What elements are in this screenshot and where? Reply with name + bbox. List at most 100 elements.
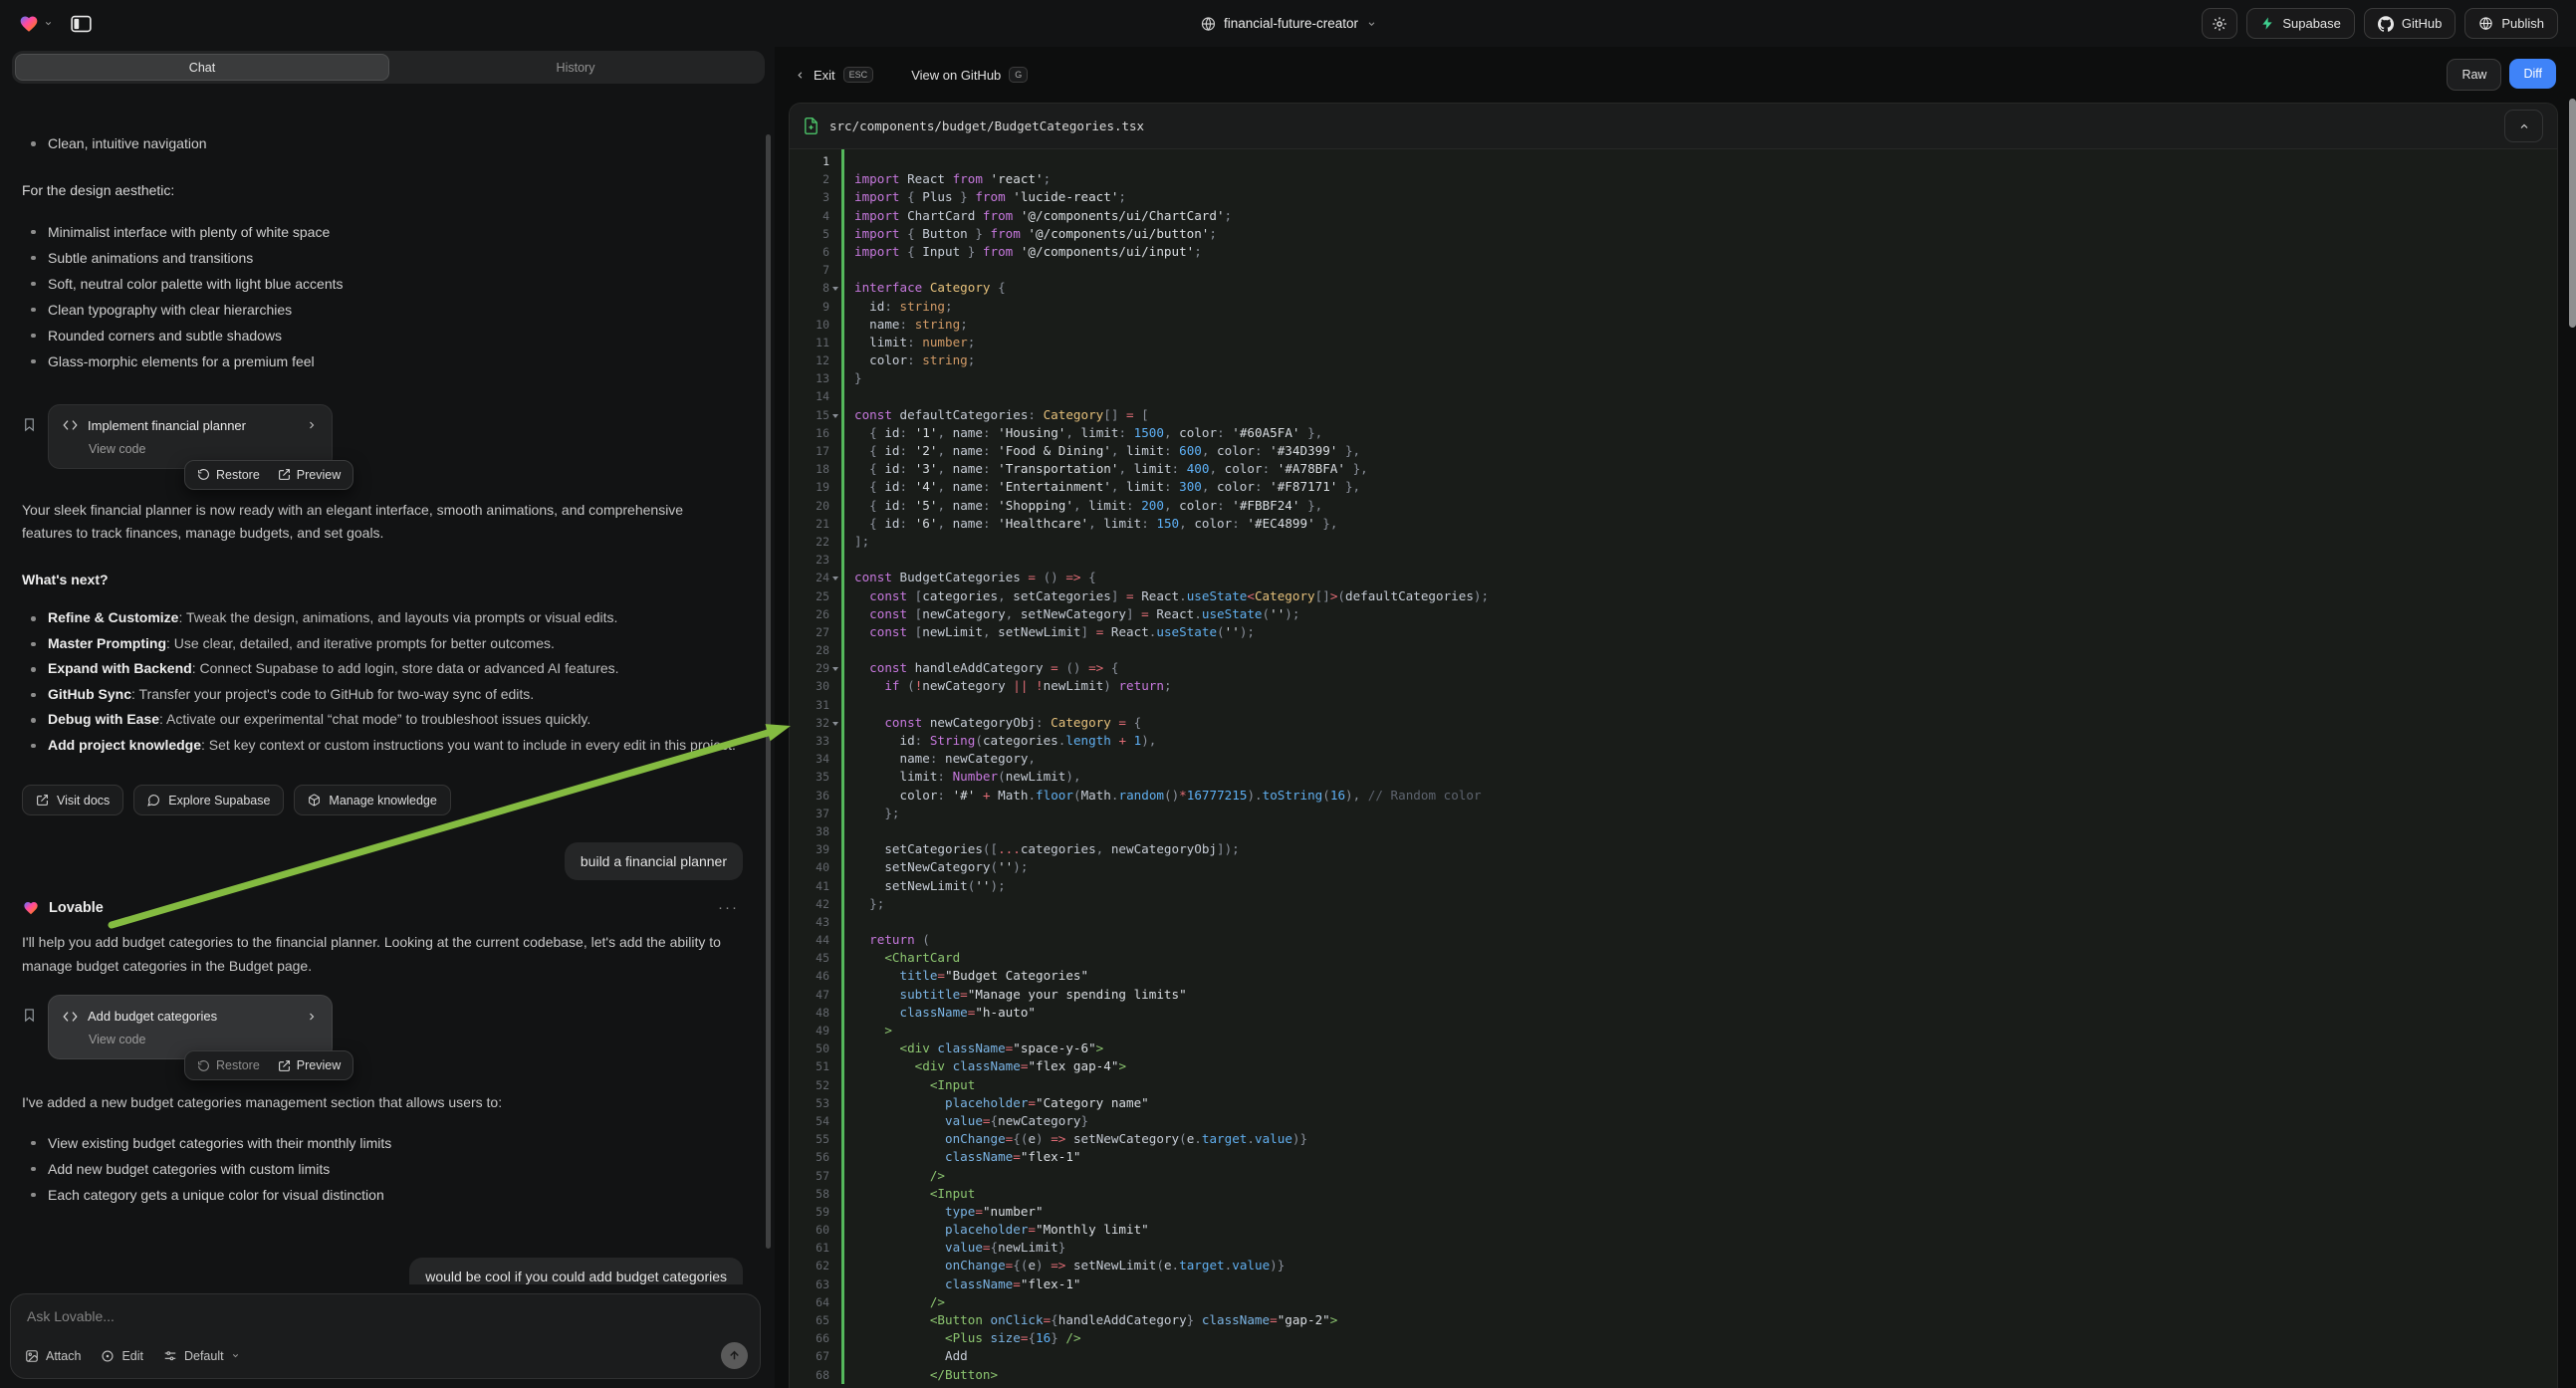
globe-icon	[2478, 16, 2493, 31]
lovable-heart-icon	[22, 900, 40, 916]
diff-added-indicator	[841, 149, 844, 1384]
code-line: 30 if (!newCategory || !newLimit) return…	[790, 677, 2557, 695]
view-code-link[interactable]: View code	[89, 442, 318, 456]
assistant-name: Lovable	[49, 900, 104, 916]
send-button[interactable]	[721, 1342, 748, 1369]
code-line: 67 Add	[790, 1347, 2557, 1365]
sidebar-toggle-button[interactable]	[71, 15, 92, 33]
code-line: 27 const [newLimit, setNewLimit] = React…	[790, 623, 2557, 641]
supabase-button[interactable]: Supabase	[2246, 8, 2355, 39]
code-line: 66 <Plus size={16} />	[790, 1329, 2557, 1347]
code-line: 5import { Button } from '@/components/ui…	[790, 225, 2557, 243]
version-card-title: Add budget categories	[88, 1009, 296, 1024]
assistant-summary: Your sleek financial planner is now read…	[22, 499, 737, 546]
code-line: 6import { Input } from '@/components/ui/…	[790, 243, 2557, 261]
more-options-button[interactable]: ···	[718, 899, 743, 916]
code-line: 17 { id: '2', name: 'Food & Dining', lim…	[790, 442, 2557, 460]
restore-button[interactable]: Restore	[197, 468, 260, 482]
project-name: financial-future-creator	[1224, 16, 1358, 31]
code-line: 13}	[790, 369, 2557, 387]
preview-label: Preview	[297, 1058, 341, 1072]
view-on-github-button[interactable]: View on GitHub G	[911, 67, 1028, 83]
code-line: 9 id: string;	[790, 298, 2557, 316]
tab-chat-label: Chat	[189, 61, 215, 75]
list-item: Refine & Customize: Tweak the design, an…	[22, 605, 743, 631]
explore-supabase-button[interactable]: Explore Supabase	[133, 785, 284, 815]
fold-chevron-icon[interactable]	[829, 575, 841, 580]
bookmark-icon[interactable]	[22, 416, 37, 433]
tab-history[interactable]: History	[389, 54, 762, 81]
diff-button[interactable]: Diff	[2509, 59, 2556, 89]
code-line: 59 type="number"	[790, 1203, 2557, 1221]
github-icon	[2378, 16, 2394, 32]
fold-chevron-icon[interactable]	[829, 412, 841, 418]
model-label: Default	[184, 1349, 224, 1363]
publish-button[interactable]: Publish	[2464, 8, 2558, 39]
visit-docs-button[interactable]: Visit docs	[22, 785, 123, 815]
explore-supabase-label: Explore Supabase	[168, 794, 270, 808]
message-input[interactable]	[25, 1307, 750, 1325]
page-scrollbar-thumb[interactable]	[2569, 99, 2576, 328]
collapse-file-button[interactable]	[2504, 110, 2543, 142]
code-line: 44 return (	[790, 931, 2557, 949]
code-line: 29 const handleAddCategory = () => {	[790, 659, 2557, 677]
code-line: 7	[790, 261, 2557, 279]
github-button[interactable]: GitHub	[2364, 8, 2456, 39]
code-line: 36 color: '#' + Math.floor(Math.random()…	[790, 787, 2557, 805]
preview-button[interactable]: Preview	[278, 468, 341, 482]
version-card-add-budget-categories[interactable]: Add budget categories View code Restore	[48, 995, 333, 1059]
raw-button[interactable]: Raw	[2447, 59, 2501, 91]
code-line: 56 className="flex-1"	[790, 1148, 2557, 1166]
external-link-icon	[36, 794, 49, 807]
fold-chevron-icon[interactable]	[829, 665, 841, 671]
code-line: 22];	[790, 533, 2557, 551]
list-item: Subtle animations and transitions	[22, 245, 743, 271]
code-line: 14	[790, 387, 2557, 405]
code-line: 55 onChange={(e) => setNewCategory(e.tar…	[790, 1130, 2557, 1148]
project-switcher[interactable]: financial-future-creator	[1200, 0, 1376, 47]
version-actions: Restore Preview	[184, 460, 353, 490]
tab-chat[interactable]: Chat	[15, 54, 389, 81]
list-item: Rounded corners and subtle shadows	[22, 323, 743, 348]
quick-actions: Visit docs Explore Supabase Manage knowl…	[22, 785, 743, 815]
settings-button[interactable]	[2202, 8, 2237, 39]
lovable-logo-menu[interactable]	[18, 14, 53, 34]
code-line: 18 { id: '3', name: 'Transportation', li…	[790, 460, 2557, 478]
esc-keycap: ESC	[843, 67, 874, 83]
preview-button[interactable]: Preview	[278, 1058, 341, 1072]
user-message-bubble: build a financial planner	[565, 842, 743, 880]
code-line: 40 setNewCategory('');	[790, 858, 2557, 876]
exit-button[interactable]: Exit ESC	[795, 67, 873, 83]
manage-knowledge-button[interactable]: Manage knowledge	[294, 785, 450, 815]
code-line: 33 id: String(categories.length + 1),	[790, 732, 2557, 750]
fold-chevron-icon[interactable]	[829, 285, 841, 291]
version-card-title: Implement financial planner	[88, 418, 296, 433]
gear-icon	[2212, 16, 2227, 32]
list-item: View existing budget categories with the…	[22, 1130, 743, 1156]
version-card-implement-financial-planner[interactable]: Implement financial planner View code Re…	[48, 404, 333, 469]
assistant-intro: I'll help you add budget categories to t…	[22, 931, 737, 978]
chat-scrollbar[interactable]	[766, 134, 771, 1249]
version-card-wrapper: Add budget categories View code Restore	[22, 995, 743, 1059]
list-item: Debug with Ease: Activate our experiment…	[22, 707, 743, 733]
fold-chevron-icon[interactable]	[829, 720, 841, 726]
view-code-link[interactable]: View code	[89, 1033, 318, 1046]
code-line: 35 limit: Number(newLimit),	[790, 768, 2557, 786]
g-keycap: G	[1009, 67, 1028, 83]
code-line: 45 <ChartCard	[790, 949, 2557, 967]
file-path: src/components/budget/BudgetCategories.t…	[829, 118, 2493, 133]
view-on-github-label: View on GitHub	[911, 68, 1001, 83]
topbar: financial-future-creator Supabase GitHub…	[0, 0, 2576, 47]
code-line: 38	[790, 822, 2557, 840]
model-selector[interactable]: Default	[163, 1349, 240, 1363]
list-item: Master Prompting: Use clear, detailed, a…	[22, 631, 743, 657]
restore-button[interactable]: Restore	[197, 1058, 260, 1072]
code-line: 48 className="h-auto"	[790, 1004, 2557, 1022]
chevron-right-icon	[306, 1011, 318, 1023]
composer: Attach Edit Default	[10, 1293, 761, 1379]
bookmark-icon[interactable]	[22, 1007, 37, 1024]
code-line: 26 const [newCategory, setNewCategory] =…	[790, 605, 2557, 623]
edit-button[interactable]: Edit	[101, 1349, 143, 1363]
code-line: 23	[790, 551, 2557, 569]
attach-button[interactable]: Attach	[25, 1349, 81, 1363]
